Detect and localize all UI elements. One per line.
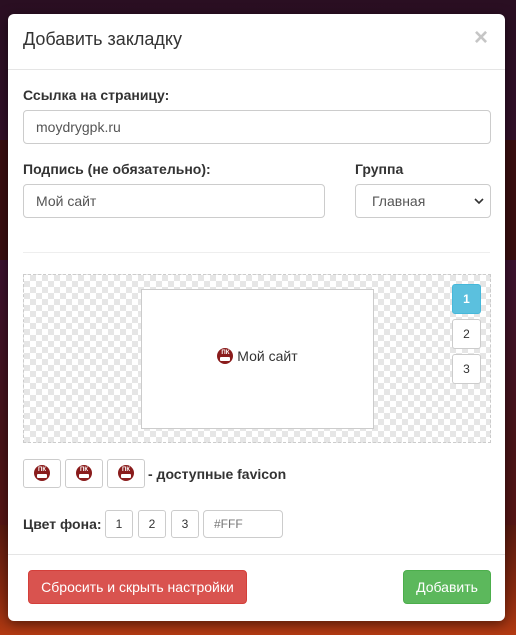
site-favicon-icon: ПК bbox=[118, 465, 134, 481]
page-backdrop-glyph bbox=[508, 190, 516, 220]
reset-settings-button[interactable]: Сбросить и скрыть настройки bbox=[28, 570, 247, 604]
chevron-down-icon bbox=[474, 198, 484, 205]
tile-caption: Мой сайт bbox=[237, 348, 298, 364]
bookmark-preview-area: ПК Мой сайт 1 2 3 bbox=[23, 274, 491, 443]
bookmark-preview-tile[interactable]: ПК Мой сайт bbox=[141, 289, 374, 429]
background-option-1[interactable]: 1 bbox=[105, 510, 133, 538]
add-bookmark-modal: Добавить закладку × Ссылка на страницу: … bbox=[8, 14, 505, 621]
caption-label: Подпись (не обязательно): bbox=[23, 161, 211, 177]
site-favicon-icon: ПК bbox=[34, 465, 50, 481]
modal-header: Добавить закладку × bbox=[8, 14, 505, 70]
caption-input[interactable]: Мой сайт bbox=[23, 184, 325, 218]
tile-style-button-1[interactable]: 1 bbox=[452, 284, 481, 314]
favicon-caption: - доступные favicon bbox=[148, 466, 287, 482]
add-bookmark-button[interactable]: Добавить bbox=[403, 570, 491, 604]
favicon-option-2[interactable]: ПК bbox=[65, 459, 103, 488]
modal-title: Добавить закладку bbox=[23, 29, 182, 49]
modal-footer-divider bbox=[8, 554, 505, 555]
group-label: Группа bbox=[355, 161, 404, 177]
url-input[interactable]: moydrygpk.ru bbox=[23, 110, 491, 144]
tile-style-button-3[interactable]: 3 bbox=[452, 354, 481, 384]
url-label: Ссылка на страницу: bbox=[23, 87, 170, 103]
favicon-option-1[interactable]: ПК bbox=[23, 459, 61, 488]
site-favicon-icon: ПК bbox=[217, 348, 234, 364]
group-selected-value: Главная bbox=[372, 193, 426, 209]
background-option-3[interactable]: 3 bbox=[171, 510, 199, 538]
favicon-option-3[interactable]: ПК bbox=[107, 459, 145, 488]
background-option-2[interactable]: 2 bbox=[138, 510, 166, 538]
background-label: Цвет фона: bbox=[23, 516, 102, 532]
tile-style-button-2[interactable]: 2 bbox=[452, 319, 481, 349]
site-favicon-icon: ПК bbox=[76, 465, 92, 481]
tile-content: ПК Мой сайт bbox=[142, 348, 373, 364]
close-icon[interactable]: × bbox=[471, 25, 491, 51]
background-color-input[interactable] bbox=[203, 510, 283, 538]
group-select[interactable]: Главная bbox=[355, 184, 491, 218]
form-divider bbox=[23, 252, 490, 253]
